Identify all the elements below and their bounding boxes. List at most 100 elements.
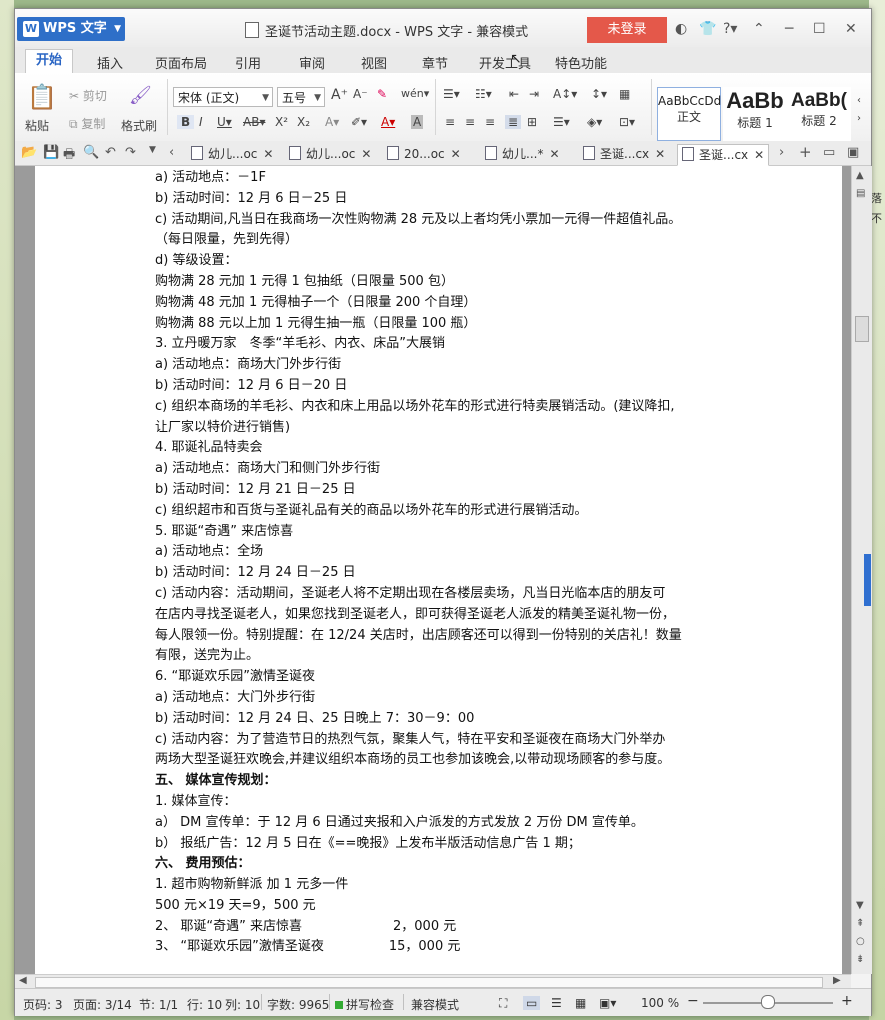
status-column[interactable]: 列: 10 (225, 996, 260, 1013)
document-line[interactable]: a） DM 宣传单：于 12 月 6 日通过夹报和入户派发的方式发放 2 万份 … (155, 813, 715, 834)
copy-button[interactable]: ⧉ 复制 (69, 115, 105, 132)
tab-review[interactable]: 审阅 (299, 53, 325, 72)
scroll-thumb[interactable] (855, 316, 869, 342)
font-color-icon[interactable]: A▾ (381, 115, 395, 129)
pinyin-icon[interactable]: wén▾ (401, 87, 429, 100)
document-line[interactable]: 每人限领一份。特别提醒：在 12/24 关店时，出店顾客还可以得到一份特别的关店… (155, 626, 715, 647)
cloud-icon[interactable]: ◐ (675, 21, 687, 37)
document-line[interactable]: a) 活动地点：大门外步行街 (155, 688, 715, 709)
tab-home[interactable]: 开始 (25, 49, 74, 74)
document-line[interactable]: 让厂家以特价进行销售) (155, 418, 715, 439)
status-row[interactable]: 行: 10 (187, 996, 222, 1013)
doc-tab-active[interactable]: 圣诞...cx ✕ (677, 144, 770, 166)
style-heading-2[interactable]: AaBb( 标题 2 (787, 87, 851, 141)
print-preview-icon[interactable]: 🔍 (83, 145, 99, 160)
quick-access-menu-icon[interactable]: ▼ (149, 145, 156, 155)
shrink-font-icon[interactable]: A⁻ (353, 87, 368, 101)
close-tab-icon[interactable]: ✕ (754, 148, 764, 162)
tab-page-layout[interactable]: 页面布局 (155, 53, 207, 72)
view-toggle-icon[interactable]: ▤ (856, 188, 865, 199)
status-word-count[interactable]: 字数: 9965 (267, 996, 329, 1013)
full-screen-icon[interactable]: ⛶ (499, 996, 507, 1011)
scroll-down-icon[interactable]: ▼ (856, 900, 864, 911)
char-shading-icon[interactable]: A (411, 115, 424, 129)
tab-references[interactable]: 引用 (235, 53, 261, 72)
tab-scroll-left-icon[interactable]: ‹ (169, 145, 174, 160)
collapse-ribbon-icon[interactable]: ⌃ (753, 21, 765, 37)
tab-list-icon[interactable]: ▭ (823, 145, 835, 160)
new-tab-icon[interactable]: + (799, 143, 812, 161)
document-line[interactable]: 六、 费用预估： (155, 854, 715, 875)
distribute-icon[interactable]: ⊞ (527, 115, 537, 129)
document-page[interactable]: a) 活动地点：－1F b) 活动时间：12 月 6 日－25 日 c) 活动期间,… (35, 166, 842, 974)
login-button[interactable]: 未登录 (587, 17, 667, 43)
format-painter-button[interactable]: 格式刷 (121, 117, 157, 134)
document-line[interactable]: a) 活动地点：商场大门和侧门外步行街 (155, 459, 715, 480)
document-line[interactable]: 两场大型圣诞狂欢晚会,并建议组织本商场的员工也参加该晚会,以带动现场顾客的参与度… (155, 750, 715, 771)
italic-button[interactable]: I (199, 115, 203, 129)
document-line[interactable]: 五、 媒体宣传规划： (155, 771, 715, 792)
doc-tab[interactable]: 幼儿...* ✕ (485, 144, 560, 164)
paste-icon[interactable]: 📋 (27, 83, 57, 111)
numbered-list-icon[interactable]: ☷▾ (475, 87, 492, 101)
justify-icon[interactable]: ≣ (505, 115, 522, 129)
document-line[interactable]: d) 等级设置： (155, 251, 715, 272)
style-heading-1[interactable]: AaBb 标题 1 (723, 87, 787, 141)
grow-font-icon[interactable]: A⁺ (331, 87, 348, 103)
shading-icon[interactable]: ◈▾ (587, 115, 602, 129)
font-size-select[interactable]: 五号 ▼ (277, 87, 325, 107)
close-tab-icon[interactable]: ✕ (549, 147, 559, 161)
font-name-select[interactable]: 宋体 (正文) ▼ (173, 87, 273, 107)
bullet-list-icon[interactable]: ☰▾ (443, 87, 460, 101)
undo-icon[interactable]: ↶ (105, 145, 116, 160)
tab-view[interactable]: 视图 (361, 53, 387, 72)
document-line[interactable]: 购物满 48 元加 1 元得柚子一个（日限量 200 个自理） (155, 293, 715, 314)
doc-tab[interactable]: 幼儿...oc ✕ (289, 144, 371, 164)
status-section[interactable]: 节: 1/1 (139, 996, 178, 1013)
document-line[interactable]: 3. 立丹暖万家 冬季“羊毛衫、内衣、床品”大展销 (155, 334, 715, 355)
side-panel-tab[interactable] (864, 554, 871, 606)
zoom-level[interactable]: 100 % (641, 996, 679, 1010)
document-line[interactable]: c) 活动内容：为了营造节日的热烈气氛，聚集人气，特在平安和圣诞夜在商场大门外举… (155, 730, 715, 751)
scroll-left-icon[interactable]: ◀ (19, 975, 27, 986)
previous-page-icon[interactable]: ⇞ (856, 918, 864, 929)
document-line[interactable]: b) 活动时间：12 月 6 日－20 日 (155, 376, 715, 397)
document-line[interactable]: 购物满 88 元以上加 1 元得生抽一瓶（日限量 100 瓶） (155, 314, 715, 335)
document-line[interactable]: a) 活动地点：全场 (155, 542, 715, 563)
document-line[interactable]: 3、 “耶诞欢乐园”激情圣诞夜 15，000 元 (155, 937, 715, 958)
document-line[interactable]: a) 活动地点：商场大门外步行街 (155, 355, 715, 376)
clear-format-icon[interactable]: ✎ (377, 87, 387, 101)
document-line[interactable]: 1. 超市购物新鲜派 加 1 元多一件 (155, 875, 715, 896)
document-line[interactable]: b） 报纸广告：12 月 5 日在《==晚报》上发布半版活动信息广告 1 期； (155, 834, 715, 855)
close-tab-icon[interactable]: ✕ (263, 147, 273, 161)
minimize-icon[interactable]: ─ (785, 21, 793, 37)
bold-button[interactable]: B (177, 115, 195, 129)
zoom-in-icon[interactable]: + (841, 993, 853, 1009)
tab-special[interactable]: 特色功能 (555, 53, 607, 72)
page-view-icon[interactable]: ▭ (523, 996, 541, 1010)
document-body[interactable]: a) 活动地点：－1F b) 活动时间：12 月 6 日－25 日 c) 活动期间,… (155, 168, 715, 958)
subscript-button[interactable]: X₂ (297, 115, 310, 129)
document-line[interactable]: b) 活动时间：12 月 21 日－25 日 (155, 480, 715, 501)
status-pages[interactable]: 页面: 3/14 (73, 996, 132, 1013)
cut-button[interactable]: ✂ 剪切 (69, 87, 107, 104)
close-tab-icon[interactable]: ✕ (655, 147, 665, 161)
line-spacing-icon[interactable]: ☰▾ (553, 115, 570, 129)
next-page-icon[interactable]: ⇟ (856, 954, 864, 965)
borders-icon[interactable]: ⊡▾ (619, 115, 635, 129)
document-line[interactable]: 2、 耶诞“奇遇” 来店惊喜 2，000 元 (155, 917, 715, 938)
underline-button[interactable]: U▾ (217, 115, 232, 129)
doc-tab[interactable]: 幼儿...oc ✕ (191, 144, 273, 164)
strikethrough-button[interactable]: AB▾ (243, 115, 265, 129)
align-center-icon[interactable]: ≡ (465, 115, 475, 129)
table-icon[interactable]: ▦ (619, 87, 630, 101)
superscript-button[interactable]: X² (275, 115, 288, 129)
maximize-icon[interactable]: ☐ (813, 21, 826, 37)
close-icon[interactable]: ✕ (845, 21, 857, 37)
document-line[interactable]: 购物满 28 元加 1 元得 1 包抽纸（日限量 500 包） (155, 272, 715, 293)
spell-check-button[interactable]: 拼写检查 (335, 996, 394, 1013)
document-line[interactable]: 1. 媒体宣传： (155, 792, 715, 813)
horizontal-scrollbar[interactable]: ◀ ▶ (15, 974, 851, 989)
styles-scroll-down-icon[interactable]: › (857, 113, 861, 124)
save-icon[interactable]: 💾 (43, 145, 59, 160)
